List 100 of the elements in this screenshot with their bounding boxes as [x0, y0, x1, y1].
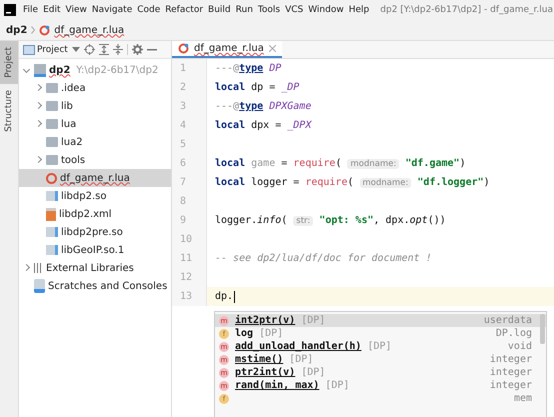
code-token: , dpx. — [374, 215, 410, 226]
tree-label: lua — [61, 118, 76, 130]
file-icon — [46, 245, 58, 255]
menu-item[interactable]: Window — [308, 5, 344, 15]
code-token: = — [280, 158, 288, 169]
code-token: ) — [460, 158, 466, 169]
menu-item[interactable]: Build — [208, 5, 231, 15]
code-token: -- see dp2/lua/df/doc for document ! — [215, 253, 432, 264]
tree-row[interactable]: libGeoIP.so.1 — [19, 241, 171, 259]
code-token: ( — [347, 177, 355, 188]
tree-label: libdp2pre.so — [61, 226, 123, 238]
side-tab[interactable]: Structure — [0, 84, 18, 138]
code-token: local — [215, 158, 246, 169]
code-token: local — [215, 120, 246, 131]
tree-label: dp2 — [49, 64, 70, 76]
tree-label: tools — [61, 154, 86, 166]
code-token: _DP — [281, 82, 300, 93]
folder-icon — [46, 155, 58, 165]
tree-label: .idea — [61, 82, 86, 94]
tree-row[interactable]: libdp2.xml — [19, 205, 171, 223]
breadcrumb-item[interactable]: dp2 — [6, 24, 28, 36]
xml-icon — [46, 208, 56, 220]
lua-icon — [46, 172, 57, 184]
panel-icon — [23, 44, 35, 54]
code-token: game — [250, 158, 276, 169]
tree-label: libGeoIP.so.1 — [61, 244, 124, 256]
menu-item[interactable]: Run — [236, 5, 253, 15]
tree-row[interactable]: tools — [19, 151, 171, 169]
menu-item[interactable]: View — [66, 5, 87, 15]
collapse-all-icon[interactable] — [112, 44, 123, 55]
code-token: "df.logger" — [416, 177, 484, 188]
menu-item[interactable]: VCS — [285, 5, 304, 15]
scrollbar[interactable] — [540, 314, 545, 344]
file-icon — [46, 191, 58, 201]
close-icon[interactable] — [268, 45, 276, 52]
tree-row[interactable]: lib — [19, 97, 171, 115]
chevron-icon — [31, 26, 36, 34]
tree-row[interactable]: libdp2.so — [19, 187, 171, 205]
lua-file-icon — [178, 43, 189, 54]
tree-label: lib — [61, 100, 73, 112]
line-number: 1 — [172, 59, 207, 78]
code-token: ) — [484, 177, 490, 188]
code-token: logger. — [215, 215, 258, 226]
code-token: "df.game" — [404, 158, 460, 169]
crosshair-icon[interactable] — [84, 44, 95, 55]
code-token: require — [305, 177, 348, 188]
tree-row[interactable]: dp2 Y:\dp2-6b17\dp2 — [19, 61, 171, 79]
folder-icon — [46, 83, 58, 93]
code-token: ---@ — [215, 101, 240, 112]
panel-title[interactable]: Project — [37, 44, 68, 54]
tree-label: lua2 — [61, 136, 83, 148]
tree-row[interactable]: lua — [19, 115, 171, 133]
text-caret — [234, 290, 236, 302]
app-logo-icon — [4, 4, 16, 16]
tree-row[interactable]: lua2 — [19, 133, 171, 151]
folder-icon — [46, 137, 58, 147]
code-token: opt — [410, 215, 428, 226]
tree-row[interactable]: Scratches and Consoles — [19, 277, 171, 295]
line-number: 5 — [172, 135, 207, 154]
code-token: dpx = — [250, 120, 282, 131]
tree-row[interactable]: libdp2pre.so — [19, 223, 171, 241]
line-number: 9 — [172, 211, 207, 230]
expand-all-icon[interactable] — [98, 44, 109, 55]
code-token: type — [239, 63, 264, 74]
tree-label: df_game_r.lua — [60, 172, 130, 184]
code-token: ()) — [428, 215, 446, 226]
menu-item[interactable]: Code — [137, 5, 160, 15]
parameter-hint: modname: — [360, 178, 412, 188]
path-text: Y:\dp2-6b17\dp2 — [76, 64, 158, 76]
code-token: info — [257, 215, 282, 226]
parameter-hint: modname: — [347, 158, 400, 168]
code-token: DPXGame — [268, 101, 312, 112]
code-token: type — [239, 101, 264, 112]
code-token: _DPX — [287, 120, 312, 131]
menu-item[interactable]: Help — [348, 5, 370, 15]
line-number: 6 — [172, 154, 207, 173]
tree-row[interactable]: df_game_r.lua — [19, 169, 171, 187]
tree-row[interactable]: External Libraries — [19, 259, 171, 277]
minimize-icon[interactable] — [146, 48, 157, 50]
code-token: ---@ — [215, 63, 240, 74]
editor-tab[interactable]: df_game_r.lua — [172, 41, 282, 58]
line-number: 8 — [172, 192, 207, 211]
line-number: 7 — [172, 173, 207, 192]
menu-item[interactable]: Edit — [43, 5, 60, 15]
tree-label: libdp2.xml — [59, 208, 112, 220]
menu-item[interactable]: Tools — [258, 5, 280, 15]
menu-item[interactable]: Refactor — [165, 5, 204, 15]
lua-file-icon — [39, 24, 50, 36]
menu-item[interactable]: Navigate — [92, 5, 132, 15]
code-token: local — [215, 177, 246, 188]
settings-icon[interactable] — [132, 44, 143, 55]
tree-row[interactable]: .idea — [19, 79, 171, 97]
parameter-hint: str: — [293, 216, 314, 226]
tree-label: External Libraries — [46, 262, 134, 274]
breadcrumb-item[interactable]: df_game_r.lua — [54, 24, 124, 36]
menu-item[interactable]: File — [23, 5, 38, 15]
side-tab[interactable]: Project — [0, 41, 18, 84]
dropdown-caret-icon[interactable] — [72, 46, 80, 52]
code-token: local — [215, 82, 246, 93]
line-number: 3 — [172, 97, 207, 116]
